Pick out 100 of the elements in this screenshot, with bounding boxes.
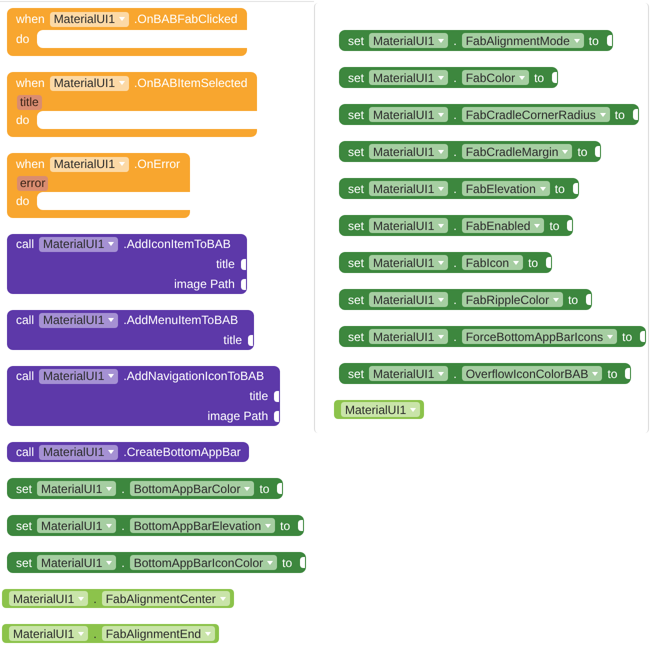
- input-socket: [632, 109, 638, 120]
- component-dropdown[interactable]: MaterialUI1: [369, 181, 448, 196]
- property-dropdown[interactable]: BottomAppBarElevation: [130, 518, 276, 533]
- argument-label: title: [216, 256, 235, 273]
- dot-label: .: [121, 554, 125, 572]
- method-call-block[interactable]: call MaterialUI1 .CreateBottomAppBar: [7, 442, 249, 462]
- do-label: do: [15, 193, 30, 210]
- keyword-label: set: [348, 218, 364, 234]
- component-dropdown[interactable]: MaterialUI1: [39, 236, 118, 252]
- dot-label: .: [453, 144, 457, 160]
- component-dropdown[interactable]: MaterialUI1: [369, 70, 448, 85]
- to-label: to: [568, 292, 578, 308]
- property-dropdown[interactable]: FabRippleColor: [462, 292, 564, 307]
- setter-block[interactable]: set MaterialUI1 . ForceBottomAppBarIcons to: [339, 326, 646, 347]
- component-dropdown[interactable]: MaterialUI1: [39, 312, 118, 328]
- input-socket: [546, 257, 552, 268]
- setter-block[interactable]: set MaterialUI1 . FabColor to: [339, 67, 558, 88]
- keyword-label: call: [16, 312, 34, 329]
- caret-icon: [108, 374, 114, 378]
- component-dropdown[interactable]: MaterialUI1: [369, 107, 448, 122]
- event-block[interactable]: when MaterialUI1 .OnError error do: [7, 153, 190, 218]
- property-dropdown[interactable]: ForceBottomAppBarIcons: [462, 329, 618, 344]
- caret-icon: [438, 260, 444, 264]
- component-dropdown[interactable]: MaterialUI1: [341, 402, 420, 417]
- keyword-label: set: [348, 292, 364, 308]
- component-dropdown[interactable]: MaterialUI1: [50, 76, 130, 90]
- property-dropdown[interactable]: FabAlignmentCenter: [102, 591, 230, 606]
- property-dropdown[interactable]: FabIcon: [462, 255, 524, 270]
- component-block[interactable]: MaterialUI1: [334, 400, 424, 419]
- setter-block[interactable]: set MaterialUI1 . FabElevation to: [339, 178, 579, 199]
- component-dropdown[interactable]: MaterialUI1: [37, 555, 116, 570]
- setter-block[interactable]: set MaterialUI1 . FabIcon to: [339, 252, 552, 273]
- input-socket: [274, 410, 280, 422]
- dot-label: .: [453, 70, 457, 86]
- event-block[interactable]: when MaterialUI1 .OnBABItemSelected title do: [7, 72, 258, 137]
- component-dropdown[interactable]: MaterialUI1: [50, 12, 130, 26]
- setter-block[interactable]: set MaterialUI1 . BottomAppBarColor to: [7, 478, 284, 499]
- property-dropdown[interactable]: FabCradleMargin: [462, 144, 572, 159]
- caret-icon: [106, 524, 112, 528]
- method-call-block[interactable]: call MaterialUI1 .AddNavigationIconToBAB title image Path: [7, 366, 280, 426]
- input-socket: [298, 520, 304, 531]
- caret-icon: [438, 186, 444, 190]
- caret-icon: [519, 76, 526, 80]
- setter-block[interactable]: set MaterialUI1 . FabCradleMargin to: [339, 141, 602, 162]
- component-dropdown[interactable]: MaterialUI1: [37, 518, 116, 533]
- input-socket: [625, 368, 630, 379]
- caret-icon: [540, 186, 546, 190]
- dot-label: .: [121, 480, 125, 498]
- component-dropdown[interactable]: MaterialUI1: [9, 591, 88, 606]
- property-dropdown[interactable]: FabElevation: [462, 181, 550, 196]
- event-block[interactable]: when MaterialUI1 .OnBABFabClicked do: [7, 8, 248, 56]
- component-dropdown[interactable]: MaterialUI1: [50, 156, 130, 172]
- setter-block[interactable]: set MaterialUI1 . FabEnabled to: [339, 215, 574, 236]
- input-socket: [595, 146, 600, 157]
- to-label: to: [554, 180, 565, 198]
- setter-block[interactable]: set MaterialUI1 . FabRippleColor to: [339, 289, 592, 310]
- property-dropdown[interactable]: FabAlignmentEnd: [102, 626, 216, 641]
- input-socket: [586, 294, 592, 305]
- caret-icon: [438, 334, 444, 338]
- getter-block[interactable]: MaterialUI1 . FabAlignmentCenter: [2, 589, 234, 608]
- caret-icon: [438, 224, 444, 228]
- property-dropdown[interactable]: FabAlignmentMode: [462, 33, 584, 48]
- caret-icon: [205, 632, 212, 636]
- property-dropdown[interactable]: FabCradleCornerRadius: [462, 107, 610, 122]
- component-dropdown[interactable]: MaterialUI1: [9, 626, 88, 641]
- caret-icon: [265, 524, 272, 528]
- setter-block[interactable]: set MaterialUI1 . FabCradleCornerRadius to: [339, 104, 639, 125]
- component-dropdown[interactable]: MaterialUI1: [39, 368, 118, 384]
- component-dropdown[interactable]: MaterialUI1: [369, 33, 448, 48]
- property-dropdown[interactable]: BottomAppBarColor: [130, 481, 254, 496]
- component-dropdown[interactable]: MaterialUI1: [39, 444, 118, 460]
- component-dropdown[interactable]: MaterialUI1: [369, 329, 448, 344]
- getter-block[interactable]: MaterialUI1 . FabAlignmentEnd: [2, 624, 220, 643]
- property-dropdown[interactable]: FabEnabled: [462, 218, 544, 233]
- to-label: to: [588, 32, 599, 50]
- dot-label: .: [453, 254, 457, 272]
- caret-icon: [108, 318, 114, 322]
- component-dropdown[interactable]: MaterialUI1: [37, 481, 116, 496]
- input-socket: [567, 220, 572, 231]
- input-socket: [572, 183, 578, 194]
- setter-block[interactable]: set MaterialUI1 . BottomAppBarElevation to: [7, 515, 304, 536]
- component-dropdown[interactable]: MaterialUI1: [369, 292, 448, 307]
- dot-label: .: [453, 328, 457, 346]
- property-dropdown[interactable]: BottomAppBarIconColor: [130, 555, 278, 570]
- property-dropdown[interactable]: FabColor: [462, 70, 530, 85]
- property-dropdown[interactable]: OverflowIconColorBAB: [462, 366, 602, 381]
- dot-label: .: [93, 626, 97, 642]
- input-socket: [240, 258, 246, 270]
- setter-block[interactable]: set MaterialUI1 . FabAlignmentMode to: [339, 30, 613, 51]
- setter-block[interactable]: set MaterialUI1 . BottomAppBarIconColor to: [7, 552, 306, 573]
- component-dropdown[interactable]: MaterialUI1: [369, 255, 448, 270]
- dot-label: .: [453, 106, 457, 124]
- method-call-block[interactable]: call MaterialUI1 .AddIconItemToBAB title image Path: [7, 234, 247, 294]
- keyword-label: set: [16, 554, 32, 572]
- method-call-block[interactable]: call MaterialUI1 .AddMenuItemToBAB title: [7, 310, 254, 350]
- component-dropdown[interactable]: MaterialUI1: [369, 144, 448, 159]
- setter-block[interactable]: set MaterialUI1 . OverflowIconColorBAB to: [339, 363, 632, 384]
- do-label: do: [15, 112, 30, 129]
- component-dropdown[interactable]: MaterialUI1: [369, 366, 448, 381]
- component-dropdown[interactable]: MaterialUI1: [369, 218, 448, 233]
